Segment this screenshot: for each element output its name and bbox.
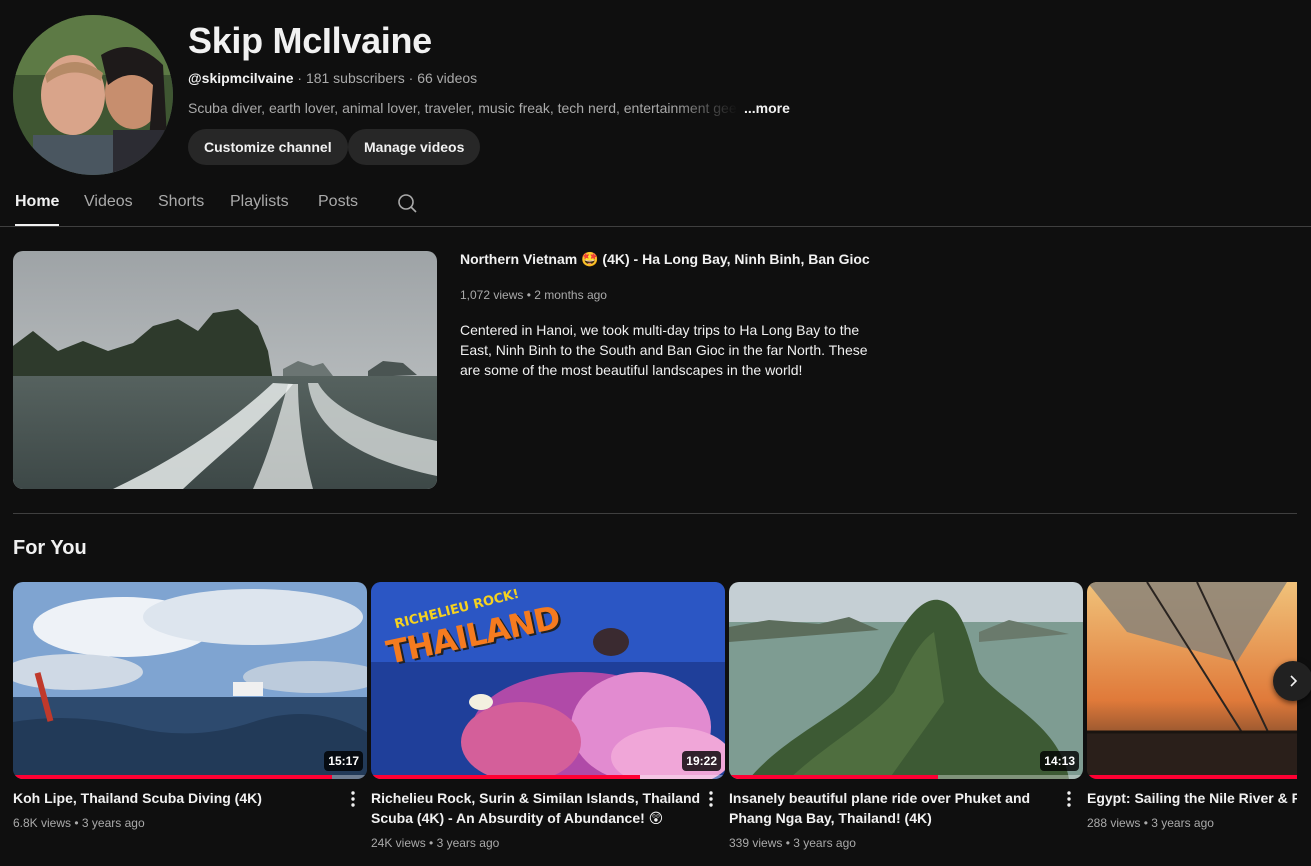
upload-age: 3 years ago xyxy=(1151,816,1214,830)
upload-age: 3 years ago xyxy=(436,836,500,850)
video-title[interactable]: Egypt: Sailing the Nile River & Red xyxy=(1087,788,1297,808)
more-vert-icon[interactable] xyxy=(701,787,721,811)
view-count: 339 views xyxy=(729,836,783,850)
featured-video-description: Centered in Hanoi, we took multi-day tri… xyxy=(460,322,868,378)
featured-video-thumbnail[interactable] xyxy=(13,251,437,489)
search-icon[interactable] xyxy=(395,192,419,216)
video-meta: 288 views • 3 years ago xyxy=(1087,816,1297,830)
view-count: 288 views xyxy=(1087,816,1141,830)
customize-channel-button[interactable]: Customize channel xyxy=(188,129,348,165)
meta-separator: · xyxy=(404,70,418,86)
watch-progress xyxy=(13,775,367,779)
tab-shorts[interactable]: Shorts xyxy=(158,193,204,226)
video-meta: 339 views • 3 years ago xyxy=(729,836,1083,850)
featured-video-title[interactable]: Northern Vietnam 🤩 (4K) - Ha Long Bay, N… xyxy=(460,251,870,268)
meta-separator: • xyxy=(1140,816,1152,830)
video-card: RICHELIEU ROCK! THAILAND 19:22 Richelieu… xyxy=(371,582,725,850)
upload-age: 3 years ago xyxy=(793,836,856,850)
channel-page: Skip McIlvaine @skipmcilvaine · 181 subs… xyxy=(0,0,1311,866)
chevron-right-icon[interactable] xyxy=(1273,661,1311,701)
view-count: 1,072 views xyxy=(460,288,524,302)
video-thumbnail[interactable]: 14:13 xyxy=(729,582,1083,779)
meta-separator: • xyxy=(782,836,794,850)
featured-video-meta: 1,072 views • 2 months ago xyxy=(460,288,607,302)
manage-videos-button[interactable]: Manage videos xyxy=(348,129,481,165)
watch-progress-fill xyxy=(729,775,938,779)
view-count: 24K views xyxy=(371,836,426,850)
video-title[interactable]: Insanely beautiful plane ride over Phuke… xyxy=(729,788,1059,828)
meta-separator: • xyxy=(71,816,82,830)
video-thumbnail[interactable]: RICHELIEU ROCK! THAILAND 19:22 xyxy=(371,582,725,779)
video-duration: 14:13 xyxy=(1040,751,1079,771)
video-duration: 15:17 xyxy=(324,751,363,771)
video-thumbnail[interactable] xyxy=(1087,582,1297,779)
tab-playlists[interactable]: Playlists xyxy=(230,193,289,226)
channel-description[interactable]: Scuba diver, earth lover, animal lover, … xyxy=(188,100,790,116)
more-vert-icon[interactable] xyxy=(1059,787,1079,811)
channel-handle: @skipmcilvaine xyxy=(188,70,294,86)
meta-separator: • xyxy=(523,288,535,302)
channel-name: Skip McIlvaine xyxy=(188,20,432,61)
tab-posts[interactable]: Posts xyxy=(318,193,358,226)
video-count: 66 videos xyxy=(417,70,478,86)
video-title[interactable]: Koh Lipe, Thailand Scuba Diving (4K) xyxy=(13,788,343,808)
view-count: 6.8K views xyxy=(13,816,72,830)
upload-age: 3 years ago xyxy=(81,816,145,830)
tab-videos[interactable]: Videos xyxy=(84,193,133,226)
meta-separator: · xyxy=(293,70,306,86)
meta-separator: • xyxy=(425,836,437,850)
video-card-clip: Egypt: Sailing the Nile River & Red 288 … xyxy=(1087,582,1297,866)
channel-avatar[interactable] xyxy=(13,15,173,175)
watch-progress xyxy=(729,775,1083,779)
tab-home[interactable]: Home xyxy=(15,193,60,226)
description-text: Scuba diver, earth lover, animal lover, … xyxy=(188,100,738,116)
video-card: Egypt: Sailing the Nile River & Red 288 … xyxy=(1087,582,1297,830)
watch-progress xyxy=(371,775,725,779)
upload-age: 2 months ago xyxy=(534,288,607,302)
watch-progress-fill xyxy=(371,775,641,779)
video-meta: 24K views • 3 years ago xyxy=(371,836,725,850)
section-title: For You xyxy=(13,537,87,559)
channel-tabs: Home Videos Shorts Playlists Posts xyxy=(0,180,1311,227)
video-thumbnail[interactable]: 15:17 xyxy=(13,582,367,779)
section-divider xyxy=(13,513,1297,514)
more-link[interactable]: ...more xyxy=(744,100,790,116)
watch-progress-fill xyxy=(13,775,332,779)
watch-progress xyxy=(1087,775,1297,779)
watch-progress-fill xyxy=(1087,775,1297,779)
video-card: 14:13 Insanely beautiful plane ride over… xyxy=(729,582,1083,850)
video-duration: 19:22 xyxy=(682,751,721,771)
subscriber-count: 181 subscribers xyxy=(305,70,405,86)
more-vert-icon[interactable] xyxy=(343,787,363,811)
video-card: 15:17 Koh Lipe, Thailand Scuba Diving (4… xyxy=(13,582,367,830)
video-meta: 6.8K views • 3 years ago xyxy=(13,816,367,830)
video-title[interactable]: Richelieu Rock, Surin & Similan Islands,… xyxy=(371,788,701,828)
channel-meta: @skipmcilvaine · 181 subscribers · 66 vi… xyxy=(188,70,477,86)
